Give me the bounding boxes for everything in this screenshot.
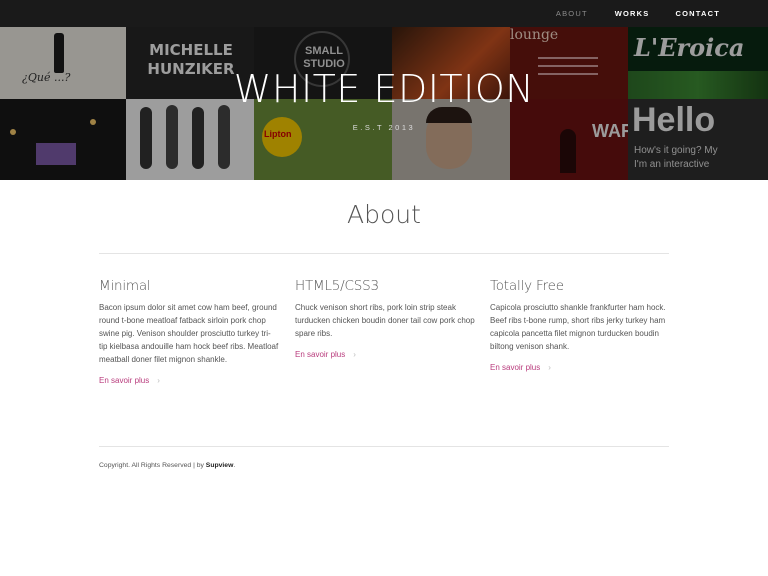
section-divider-top [99, 253, 669, 254]
footer-copyright: Copyright. All Rights Reserved | by Supv… [99, 462, 235, 469]
nav-about[interactable]: ABOUT [556, 9, 588, 18]
chevron-right-icon: › [548, 363, 551, 372]
feature-column-free: Totally Free Capicola prosciutto shankle… [490, 278, 670, 374]
footer-brand-link[interactable]: Supview [206, 462, 234, 469]
top-navbar: ABOUT WORKS CONTACT [0, 0, 768, 27]
section-divider-bottom [99, 446, 669, 447]
nav-contact[interactable]: CONTACT [675, 9, 720, 18]
about-heading: About [347, 200, 421, 229]
column-title: HTML5/CSS3 [295, 278, 379, 294]
chevron-right-icon: › [353, 350, 356, 359]
feature-column-minimal: Minimal Bacon ipsum dolor sit amet cow h… [99, 278, 279, 387]
read-more-link[interactable]: En savoir plus › [295, 350, 356, 359]
chevron-right-icon: › [157, 376, 160, 385]
hero-banner: ¿Qué ...? MICHELLE HUNZIKER SMALL STUDIO… [0, 27, 768, 180]
read-more-label: En savoir plus [490, 363, 541, 372]
read-more-link[interactable]: En savoir plus › [490, 363, 551, 372]
hero-title: WHITE EDITION [233, 67, 535, 111]
read-more-label: En savoir plus [99, 376, 150, 385]
column-title: Minimal [99, 278, 151, 294]
feature-column-html5: HTML5/CSS3 Chuck venison short ribs, por… [295, 278, 475, 361]
nav-links: ABOUT WORKS CONTACT [556, 0, 720, 27]
read-more-link[interactable]: En savoir plus › [99, 376, 160, 385]
copyright-text: Copyright. All Rights Reserved | by [99, 462, 204, 469]
hero-subtitle: E.S.T 2013 [352, 123, 416, 132]
column-title: Totally Free [490, 278, 564, 294]
column-text: Capicola prosciutto shankle frankfurter … [490, 303, 666, 351]
nav-works[interactable]: WORKS [615, 9, 650, 18]
column-text: Chuck venison short ribs, pork loin stri… [295, 303, 475, 338]
footer-period: . [233, 462, 236, 469]
column-text: Bacon ipsum dolor sit amet cow ham beef,… [99, 303, 279, 364]
read-more-label: En savoir plus [295, 350, 346, 359]
